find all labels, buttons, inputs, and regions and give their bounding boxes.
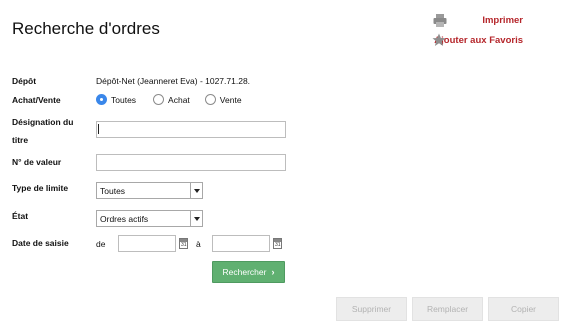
radio-toutes-indicator[interactable]: [96, 94, 107, 105]
etat-value: Ordres actifs: [100, 213, 149, 224]
achat-vente-label: Achat/Vente: [12, 95, 61, 105]
achat-vente-radio-group: Toutes Achat Vente: [96, 94, 251, 105]
radio-vente-label: Vente: [219, 94, 242, 105]
chevron-right-icon: ›: [271, 267, 275, 277]
radio-toutes-label: Toutes: [111, 94, 137, 105]
date-from-label: de: [96, 239, 106, 249]
calendar-day: 31: [181, 242, 187, 248]
chevron-down-icon[interactable]: [190, 211, 202, 226]
depot-label: Dépôt: [12, 76, 37, 86]
search-button[interactable]: Rechercher ›: [212, 261, 285, 283]
calendar-day: 31: [275, 242, 281, 248]
type-limite-value: Toutes: [100, 185, 126, 196]
numero-valeur-input[interactable]: [96, 154, 286, 171]
etat-label: État: [12, 211, 29, 221]
date-to-label: à: [196, 239, 201, 249]
chevron-down-icon[interactable]: [190, 183, 202, 198]
radio-achat-label: Achat: [168, 94, 190, 105]
date-to-input[interactable]: [212, 235, 270, 252]
replace-button[interactable]: Remplacer: [412, 297, 483, 321]
add-favorites-link[interactable]: Ajouter aux Favoris: [434, 35, 523, 46]
type-limite-select[interactable]: Toutes: [96, 182, 203, 199]
etat-select[interactable]: Ordres actifs: [96, 210, 203, 227]
designation-label-line1: Désignation du: [12, 117, 74, 127]
numero-valeur-label: N° de valeur: [12, 157, 62, 167]
date-from-input[interactable]: [118, 235, 176, 252]
print-link[interactable]: Imprimer: [482, 15, 523, 26]
calendar-icon[interactable]: 31: [179, 238, 188, 249]
printer-icon[interactable]: [433, 13, 447, 27]
depot-value: Dépôt-Net (Jeanneret Eva) - 1027.71.28.: [96, 76, 251, 86]
calendar-icon[interactable]: 31: [273, 238, 282, 249]
designation-input[interactable]: [96, 121, 286, 138]
date-saisie-label: Date de saisie: [12, 238, 69, 248]
page-title: Recherche d'ordres: [12, 19, 160, 38]
copy-button[interactable]: Copier: [488, 297, 559, 321]
star-icon[interactable]: [432, 33, 446, 47]
text-caret: [98, 124, 99, 134]
radio-toutes[interactable]: Toutes: [96, 94, 136, 105]
type-limite-label: Type de limite: [12, 183, 69, 193]
designation-label-line2: titre: [12, 135, 29, 145]
search-button-label: Rechercher: [222, 267, 267, 277]
radio-achat[interactable]: Achat: [153, 94, 190, 105]
designation-label: Désignation du titre: [12, 115, 73, 147]
delete-button[interactable]: Supprimer: [336, 297, 407, 321]
radio-vente-indicator[interactable]: [204, 94, 216, 105]
radio-vente[interactable]: Vente: [204, 94, 242, 105]
radio-achat-indicator[interactable]: [153, 94, 165, 105]
